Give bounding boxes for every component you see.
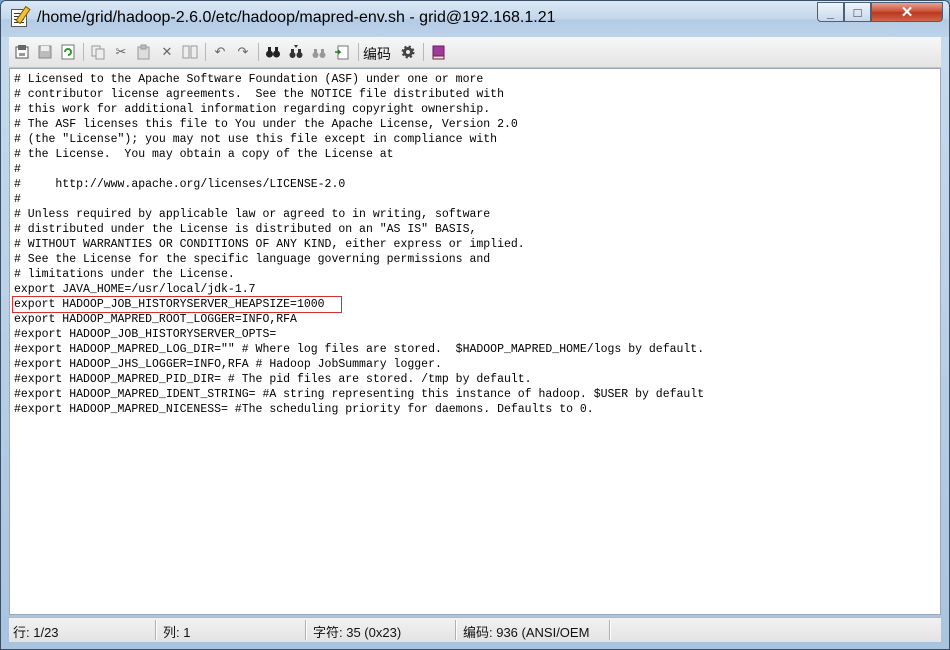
delete-icon[interactable]: ✕ xyxy=(158,43,176,61)
undo-icon[interactable]: ↶ xyxy=(211,43,229,61)
code-line: # xyxy=(14,193,21,206)
status-line: 行: 1/23 xyxy=(13,625,59,640)
code-line: # distributed under the License is distr… xyxy=(14,223,477,236)
code-line: # (the "License"); you may not use this … xyxy=(14,133,498,146)
text-editor-area[interactable]: # Licensed to the Apache Software Founda… xyxy=(9,68,941,615)
close-icon: ✕ xyxy=(900,4,914,21)
code-line: # this work for additional information r… xyxy=(14,103,491,116)
code-line: # xyxy=(14,163,21,176)
code-line: #export HADOOP_MAPRED_PID_DIR= # The pid… xyxy=(14,373,532,386)
maximize-icon: □ xyxy=(853,4,862,20)
toolbar: ✂ ✕ ↶ ↷ 编码 xyxy=(9,37,941,68)
maximize-button[interactable]: □ xyxy=(844,2,871,22)
code-line: # Unless required by applicable law or a… xyxy=(14,208,491,221)
status-characters: 字符: 35 (0x23) xyxy=(313,625,402,640)
code-line: # contributor license agreements. See th… xyxy=(14,88,504,101)
redo-icon[interactable]: ↷ xyxy=(234,43,252,61)
code-line: export HADOOP_MAPRED_ROOT_LOGGER=INFO,RF… xyxy=(14,313,297,326)
find-replace-icon[interactable] xyxy=(181,43,199,61)
code-line: # limitations under the License. xyxy=(14,268,235,281)
reload-icon[interactable] xyxy=(59,43,77,61)
code-line: # http://www.apache.org/licenses/LICENSE… xyxy=(14,178,346,191)
open-icon[interactable] xyxy=(13,43,31,61)
cut-icon[interactable]: ✂ xyxy=(112,43,130,61)
code-line: #export HADOOP_JOB_HISTORYSERVER_OPTS= xyxy=(14,328,277,341)
editor-window: /home/grid/hadoop-2.6.0/etc/hadoop/mapre… xyxy=(0,0,950,650)
paste-icon[interactable] xyxy=(135,43,153,61)
goto-line-icon[interactable] xyxy=(333,43,351,61)
status-column: 列: 1 xyxy=(163,625,191,640)
code-line: export JAVA_HOME=/usr/local/jdk-1.7 xyxy=(14,283,256,296)
find-prev-icon[interactable] xyxy=(310,43,328,61)
code-line: # WITHOUT WARRANTIES OR CONDITIONS OF AN… xyxy=(14,238,525,251)
close-button[interactable]: ✕ xyxy=(871,2,943,22)
code-line: # See the License for the specific langu… xyxy=(14,253,491,266)
save-icon[interactable] xyxy=(36,43,54,61)
encoding-menu[interactable]: 编码 xyxy=(363,44,391,64)
notepad-icon xyxy=(11,9,27,27)
code-line: # Licensed to the Apache Software Founda… xyxy=(14,73,484,86)
code-line: # The ASF licenses this file to You unde… xyxy=(14,118,518,131)
find-next-icon[interactable] xyxy=(287,43,305,61)
window-title: /home/grid/hadoop-2.6.0/etc/hadoop/mapre… xyxy=(37,9,556,26)
settings-icon[interactable] xyxy=(399,43,417,61)
code-line: # the License. You may obtain a copy of … xyxy=(14,148,394,161)
minimize-button[interactable]: _ xyxy=(817,2,844,22)
title-bar[interactable]: /home/grid/hadoop-2.6.0/etc/hadoop/mapre… xyxy=(1,1,949,37)
status-bar: 行: 1/23 列: 1 字符: 35 (0x23) 编码: 936 (ANSI… xyxy=(9,617,941,642)
find-icon[interactable] xyxy=(264,43,282,61)
code-line: #export HADOOP_MAPRED_LOG_DIR="" # Where… xyxy=(14,343,705,356)
status-encoding: 编码: 936 (ANSI/OEM xyxy=(463,625,590,640)
code-line: #export HADOOP_MAPRED_NICENESS= #The sch… xyxy=(14,403,594,416)
code-line: #export HADOOP_MAPRED_IDENT_STRING= #A s… xyxy=(14,388,705,401)
code-line: #export HADOOP_JHS_LOGGER=INFO,RFA # Had… xyxy=(14,358,442,371)
minimize-icon: _ xyxy=(826,4,835,20)
copy-icon[interactable] xyxy=(89,43,107,61)
highlight-box xyxy=(12,296,342,313)
help-book-icon[interactable] xyxy=(429,43,447,61)
